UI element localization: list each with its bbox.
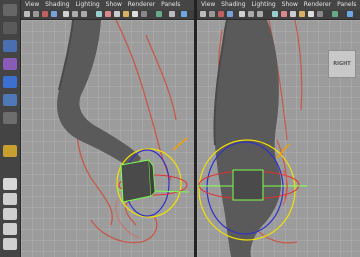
menu-show[interactable]: Show bbox=[282, 1, 298, 8]
menu-lighting[interactable]: Lighting bbox=[75, 1, 99, 8]
menu-shading[interactable]: Shading bbox=[45, 1, 69, 8]
graph-pane-icon[interactable] bbox=[3, 238, 17, 250]
left-viewport-panel: View Shading Lighting Show Renderer Pane… bbox=[21, 0, 194, 257]
wireframe-on-shaded-icon[interactable] bbox=[290, 11, 296, 17]
left-panel-iconbar bbox=[21, 10, 194, 20]
paint-tool-icon[interactable] bbox=[3, 40, 17, 52]
left-viewport[interactable] bbox=[21, 19, 194, 257]
smooth-shade-icon[interactable] bbox=[105, 11, 111, 17]
wireframe-on-shaded-icon[interactable] bbox=[114, 11, 120, 17]
textured-icon[interactable] bbox=[123, 11, 129, 17]
image-plane-icon[interactable] bbox=[51, 11, 57, 17]
grid-icon[interactable] bbox=[63, 11, 69, 17]
select-tool-icon[interactable] bbox=[3, 4, 17, 16]
lights-icon[interactable] bbox=[308, 11, 314, 17]
lasso-tool-icon[interactable] bbox=[3, 22, 17, 34]
last-tool-icon[interactable] bbox=[3, 145, 17, 157]
bookmark-icon[interactable] bbox=[218, 11, 224, 17]
film-gate-icon[interactable] bbox=[72, 11, 78, 17]
wireframe-icon[interactable] bbox=[96, 11, 102, 17]
wireframe-icon[interactable] bbox=[272, 11, 278, 17]
manipulator-tool-icon[interactable] bbox=[3, 112, 17, 124]
textured-icon[interactable] bbox=[299, 11, 305, 17]
film-gate-icon[interactable] bbox=[248, 11, 254, 17]
shadows-icon[interactable] bbox=[141, 11, 147, 17]
isolate-select-icon[interactable] bbox=[169, 11, 175, 17]
two-pane-icon[interactable] bbox=[3, 208, 17, 220]
selected-joint-cube bbox=[232, 169, 264, 201]
menu-lighting[interactable]: Lighting bbox=[251, 1, 275, 8]
camera-icon[interactable] bbox=[24, 11, 30, 17]
toolbox bbox=[0, 0, 21, 257]
right-panel-iconbar bbox=[197, 10, 360, 20]
xray-icon[interactable] bbox=[332, 11, 338, 17]
menu-view[interactable]: View bbox=[25, 1, 39, 8]
menu-shading[interactable]: Shading bbox=[221, 1, 245, 8]
left-menubar: View Shading Lighting Show Renderer Pane… bbox=[21, 0, 194, 10]
menu-show[interactable]: Show bbox=[106, 1, 122, 8]
grid-icon[interactable] bbox=[239, 11, 245, 17]
scale-tool-icon[interactable] bbox=[3, 94, 17, 106]
menu-panels[interactable]: Panels bbox=[161, 1, 180, 8]
selected-joint-cube bbox=[120, 159, 152, 203]
right-viewport-panel: View Shading Lighting Show Renderer Pane… bbox=[197, 0, 360, 257]
menu-panels[interactable]: Panels bbox=[337, 1, 356, 8]
four-pane-icon[interactable] bbox=[3, 193, 17, 205]
attributes-icon[interactable] bbox=[209, 11, 215, 17]
smooth-shade-icon[interactable] bbox=[281, 11, 287, 17]
outliner-pane-icon[interactable] bbox=[3, 223, 17, 235]
image-plane-icon[interactable] bbox=[227, 11, 233, 17]
resolution-gate-icon[interactable] bbox=[81, 11, 87, 17]
menu-renderer[interactable]: Renderer bbox=[304, 1, 331, 8]
resolution-gate-icon[interactable] bbox=[257, 11, 263, 17]
xray-icon[interactable] bbox=[156, 11, 162, 17]
bookmark-icon[interactable] bbox=[42, 11, 48, 17]
hud-icon[interactable] bbox=[181, 11, 187, 17]
left-viewport-canvas[interactable] bbox=[21, 19, 194, 257]
right-viewport[interactable]: RIGHT bbox=[197, 19, 360, 257]
menu-view[interactable]: View bbox=[201, 1, 215, 8]
single-pane-icon[interactable] bbox=[3, 178, 17, 190]
shadows-icon[interactable] bbox=[317, 11, 323, 17]
lights-icon[interactable] bbox=[132, 11, 138, 17]
right-menubar: View Shading Lighting Show Renderer Pane… bbox=[197, 0, 360, 10]
camera-icon[interactable] bbox=[200, 11, 206, 17]
attributes-icon[interactable] bbox=[33, 11, 39, 17]
menu-renderer[interactable]: Renderer bbox=[128, 1, 155, 8]
move-tool-icon[interactable] bbox=[3, 58, 17, 70]
rotate-tool-icon[interactable] bbox=[3, 76, 17, 88]
viewcube-right[interactable]: RIGHT bbox=[328, 50, 356, 78]
hud-icon[interactable] bbox=[347, 11, 353, 17]
